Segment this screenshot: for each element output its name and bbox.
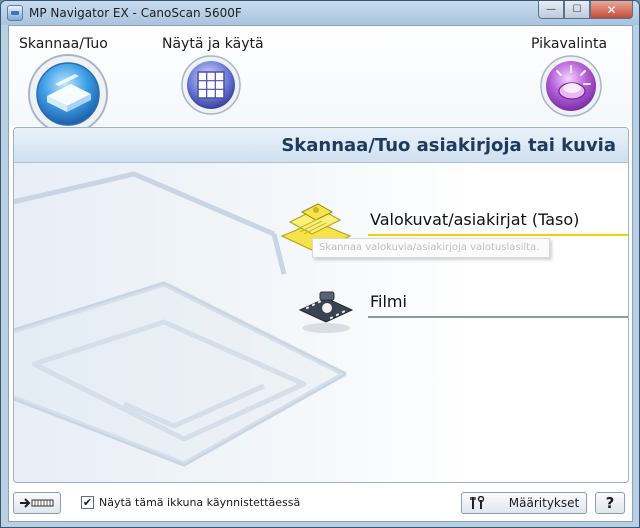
app-window: MP Navigator EX - CanoScan 5600F — ☐ ✕ S… xyxy=(0,0,640,528)
option-label-photos-documents[interactable]: Valokuvat/asiakirjat (Taso) xyxy=(370,210,579,229)
minimize-button[interactable]: — xyxy=(538,1,564,19)
option-underline-photos xyxy=(368,234,628,236)
close-button[interactable]: ✕ xyxy=(590,1,633,19)
film-icon[interactable] xyxy=(296,288,356,338)
settings-button-label: Määritykset xyxy=(508,496,580,510)
settings-button[interactable]: Määritykset xyxy=(461,492,587,514)
one-click-icon[interactable] xyxy=(539,55,603,117)
switch-mode-button[interactable] xyxy=(13,492,61,514)
switch-arrow-icon xyxy=(20,498,54,508)
option-label-film[interactable]: Filmi xyxy=(370,292,407,311)
mode-label-view: Näytä ja käytä xyxy=(162,36,264,52)
startup-checkbox-label: Näytä tämä ikkuna käynnistettäessä xyxy=(99,496,301,509)
app-icon xyxy=(7,5,23,21)
mode-selector: Skannaa/Tuo Näytä ja käytä Pikavalinta xyxy=(9,26,632,151)
grid-view-icon[interactable] xyxy=(181,55,241,115)
window-controls: — ☐ ✕ xyxy=(538,1,633,20)
panel-title: Skannaa/Tuo asiakirjoja tai kuvia xyxy=(281,135,616,156)
main-panel: Skannaa/Tuo asiakirjoja tai kuvia Valoku… xyxy=(13,127,629,483)
bottom-bar: ✔ Näytä tämä ikkuna käynnistettäessä Mää… xyxy=(9,483,632,521)
panel-header: Skannaa/Tuo asiakirjoja tai kuvia xyxy=(14,128,628,163)
mode-label-one-click: Pikavalinta xyxy=(531,36,608,52)
option-underline-film xyxy=(368,316,628,318)
window-title: MP Navigator EX - CanoScan 5600F xyxy=(29,6,242,20)
tooltip: Skannaa valokuvia/asiakirjoja valotuslas… xyxy=(312,238,550,258)
client-area: Skannaa/Tuo Näytä ja käytä Pikavalinta S… xyxy=(8,25,633,522)
tools-icon xyxy=(470,496,484,509)
title-bar[interactable]: MP Navigator EX - CanoScan 5600F — ☐ ✕ xyxy=(1,1,639,25)
startup-checkbox[interactable]: ✔ xyxy=(81,496,94,509)
help-button[interactable]: ? xyxy=(595,492,625,514)
mode-label-scan: Skannaa/Tuo xyxy=(19,36,108,52)
maximize-button[interactable]: ☐ xyxy=(564,1,590,19)
